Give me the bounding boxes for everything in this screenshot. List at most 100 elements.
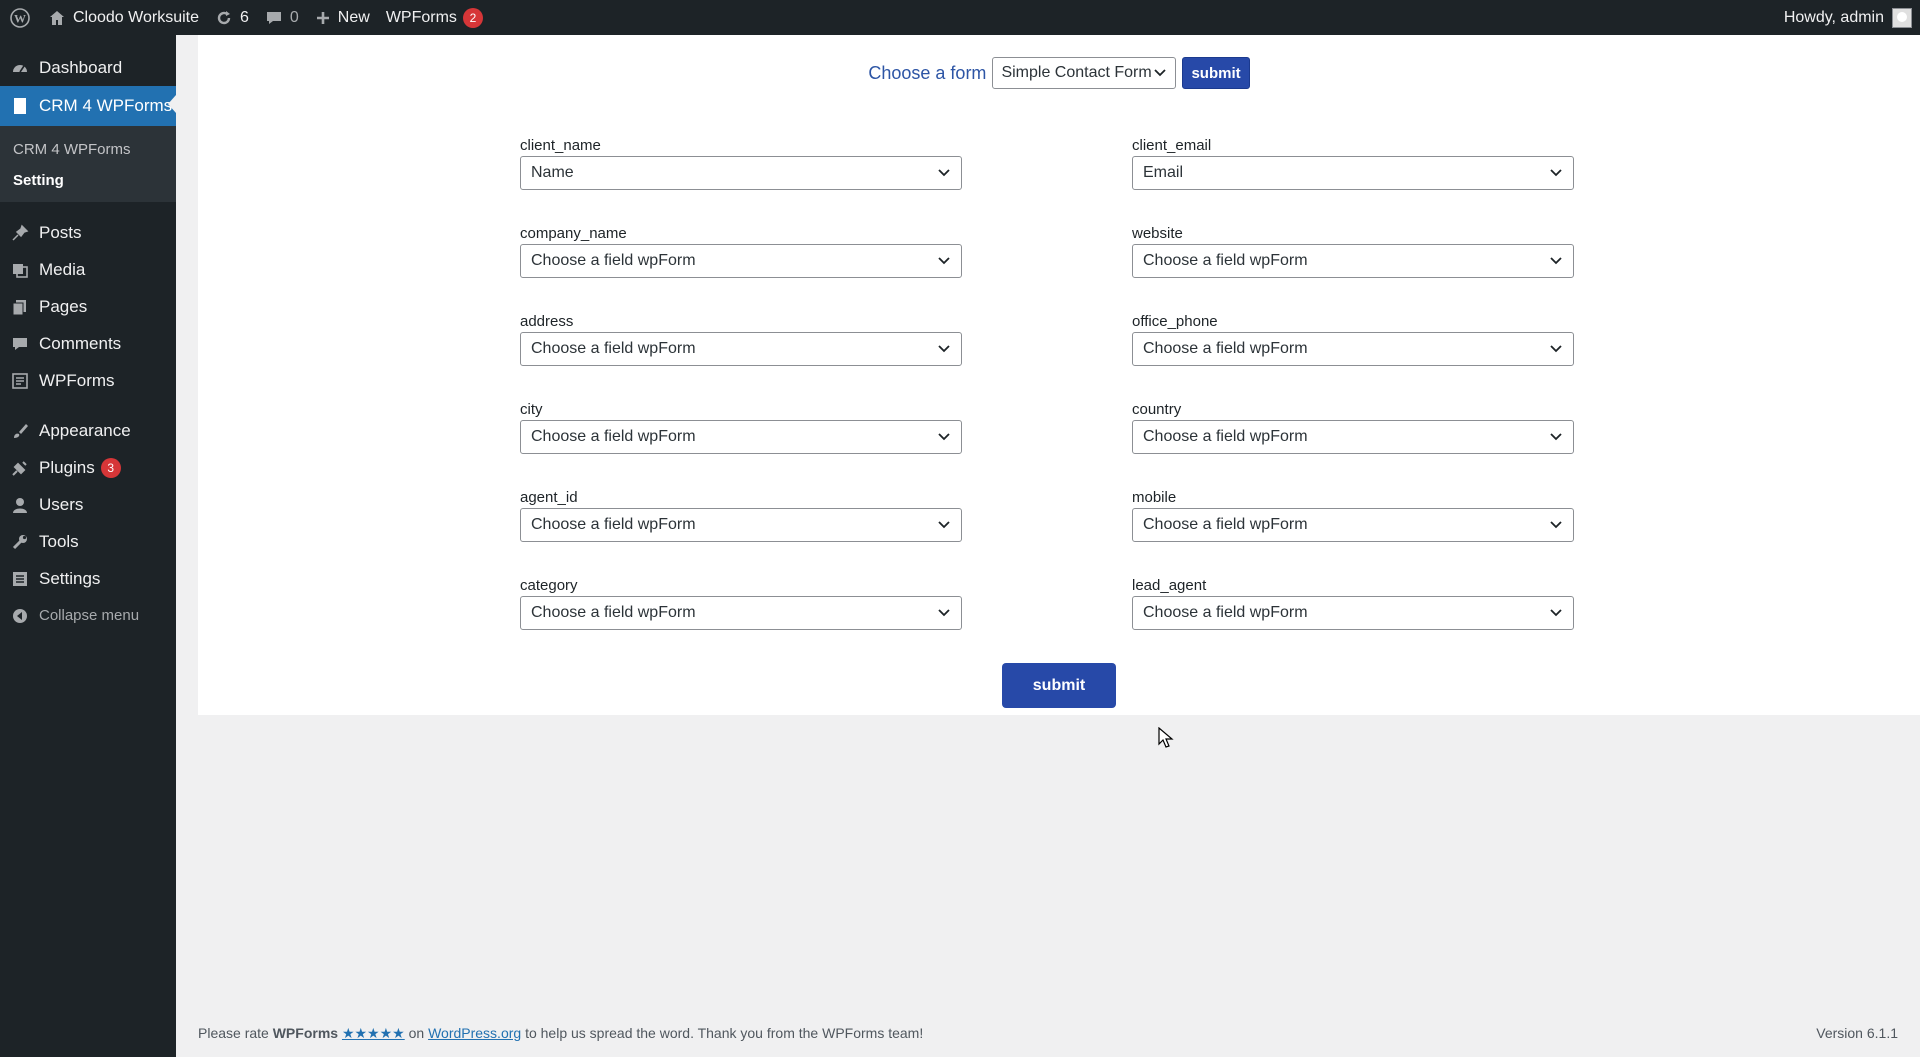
- field-select[interactable]: Choose a field wpForm: [520, 332, 962, 366]
- chevron-down-icon: [937, 254, 951, 268]
- chevron-down-icon: [1549, 606, 1563, 620]
- my-account-link[interactable]: Howdy, admin: [1783, 7, 1920, 28]
- field-select[interactable]: Choose a field wpForm: [520, 508, 962, 542]
- chevron-down-icon: [1549, 430, 1563, 444]
- chevron-down-icon: [1549, 166, 1563, 180]
- collapse-menu-label: Collapse menu: [39, 607, 140, 624]
- settings-panel: Choose a form Simple Contact Form submit…: [198, 35, 1920, 715]
- field-select[interactable]: Choose a field wpForm: [1132, 420, 1574, 454]
- load-form-submit-button[interactable]: submit: [1182, 57, 1250, 89]
- submenu-item-setting[interactable]: Setting: [0, 165, 176, 196]
- field-label: address: [520, 313, 574, 330]
- wordpress-org-link[interactable]: WordPress.org: [428, 1025, 521, 1041]
- wpforms-notification-badge: 2: [462, 7, 483, 28]
- field-label: office_phone: [1132, 313, 1218, 330]
- avatar: [1892, 7, 1912, 28]
- menu-item-label: Media: [39, 259, 86, 279]
- form-select[interactable]: Simple Contact Form: [992, 57, 1177, 89]
- menu-item-tools[interactable]: Tools: [0, 523, 176, 560]
- menu-item-comments[interactable]: Comments: [0, 325, 176, 362]
- plugin-icon: [10, 458, 30, 478]
- menu-item-crm-4-wpforms[interactable]: CRM 4 WPForms: [0, 86, 176, 126]
- field-label: agent_id: [520, 489, 578, 506]
- menu-item-plugins[interactable]: Plugins 3: [0, 449, 176, 486]
- footer-text: to help us spread the word. Thank you fr…: [521, 1025, 924, 1041]
- field-select[interactable]: Choose a field wpForm: [1132, 508, 1574, 542]
- submenu-item-crm-4-wpforms[interactable]: CRM 4 WPForms: [0, 134, 176, 165]
- field-select-value: Choose a field wpForm: [531, 604, 696, 621]
- menu-item-dashboard[interactable]: Dashboard: [0, 49, 176, 86]
- menu-item-posts[interactable]: Posts: [0, 214, 176, 251]
- pin-icon: [10, 223, 30, 243]
- submit-mapping-button[interactable]: submit: [1002, 663, 1116, 708]
- field-mobile: mobile Choose a field wpForm: [1132, 488, 1574, 576]
- menu-item-pages[interactable]: Pages: [0, 288, 176, 325]
- field-client-email: client_email Email: [1132, 136, 1574, 224]
- menu-item-label: Plugins: [39, 457, 95, 477]
- wordpress-logo-button[interactable]: W: [0, 0, 40, 35]
- field-website: website Choose a field wpForm: [1132, 224, 1574, 312]
- chevron-down-icon: [937, 166, 951, 180]
- field-label: lead_agent: [1132, 577, 1207, 594]
- wpforms-menu-link[interactable]: WPForms 2: [378, 0, 491, 35]
- menu-item-label: Users: [39, 494, 84, 514]
- updates-link[interactable]: 6: [207, 0, 257, 35]
- field-select-value: Choose a field wpForm: [1143, 340, 1308, 357]
- footer-text: on: [404, 1025, 429, 1041]
- settings-icon: [10, 569, 30, 589]
- field-select[interactable]: Name: [520, 156, 962, 190]
- field-agent-id: agent_id Choose a field wpForm: [520, 488, 962, 576]
- field-select[interactable]: Choose a field wpForm: [1132, 244, 1574, 278]
- field-select[interactable]: Choose a field wpForm: [1132, 596, 1574, 630]
- mouse-cursor-icon: [1158, 727, 1174, 748]
- field-select[interactable]: Choose a field wpForm: [1132, 332, 1574, 366]
- menu-item-label: Comments: [39, 333, 122, 353]
- menu-item-users[interactable]: Users: [0, 486, 176, 523]
- chevron-down-icon: [1153, 66, 1167, 80]
- field-category: category Choose a field wpForm: [520, 576, 962, 664]
- field-label: country: [1132, 401, 1182, 418]
- menu-item-settings[interactable]: Settings: [0, 560, 176, 597]
- field-select[interactable]: Email: [1132, 156, 1574, 190]
- chevron-down-icon: [1549, 342, 1563, 356]
- collapse-icon: [10, 606, 30, 626]
- field-select-value: Choose a field wpForm: [1143, 252, 1308, 269]
- greeting-text: Howdy, admin: [1783, 8, 1884, 26]
- menu-item-label: Settings: [39, 568, 101, 588]
- field-label: company_name: [520, 225, 627, 242]
- site-name-link[interactable]: Cloodo Worksuite: [40, 0, 207, 35]
- field-select-value: Choose a field wpForm: [1143, 516, 1308, 533]
- menu-item-media[interactable]: Media: [0, 251, 176, 288]
- admin-bar: W Cloodo Worksuite 6 0 New WPForms 2 How…: [0, 0, 1920, 35]
- brush-icon: [10, 421, 30, 441]
- comments-link[interactable]: 0: [257, 0, 307, 35]
- new-content-link[interactable]: New: [307, 0, 378, 35]
- field-country: country Choose a field wpForm: [1132, 400, 1574, 488]
- field-select-value: Choose a field wpForm: [1143, 604, 1308, 621]
- footer-message: Please rate WPForms ★★★★★ on WordPress.o…: [198, 1025, 923, 1042]
- form-icon: [10, 371, 30, 391]
- menu-item-appearance[interactable]: Appearance: [0, 412, 176, 449]
- field-label: category: [520, 577, 578, 594]
- form-select-value: Simple Contact Form: [1001, 64, 1152, 81]
- menu-item-wpforms[interactable]: WPForms: [0, 362, 176, 399]
- chevron-down-icon: [1549, 254, 1563, 268]
- choose-form-label: Choose a form: [868, 62, 987, 83]
- plus-icon: [315, 10, 331, 26]
- footer-text: Please rate: [198, 1025, 273, 1041]
- field-select[interactable]: Choose a field wpForm: [520, 596, 962, 630]
- menu-item-label: Posts: [39, 222, 82, 242]
- field-select-value: Choose a field wpForm: [531, 340, 696, 357]
- field-select[interactable]: Choose a field wpForm: [520, 244, 962, 278]
- collapse-menu-button[interactable]: Collapse menu: [0, 597, 176, 634]
- wordpress-icon: W: [10, 7, 30, 28]
- field-select[interactable]: Choose a field wpForm: [520, 420, 962, 454]
- field-select-value: Email: [1143, 164, 1184, 181]
- chevron-down-icon: [1549, 518, 1563, 532]
- rating-stars-link[interactable]: ★★★★★: [342, 1025, 405, 1041]
- crm-submenu: CRM 4 WPForms Setting: [0, 126, 176, 202]
- menu-item-label: CRM 4 WPForms: [39, 96, 173, 115]
- field-label: client_name: [520, 137, 601, 154]
- field-mapping-grid: client_name Name client_email Email comp…: [520, 136, 1574, 664]
- field-label: client_email: [1132, 137, 1212, 154]
